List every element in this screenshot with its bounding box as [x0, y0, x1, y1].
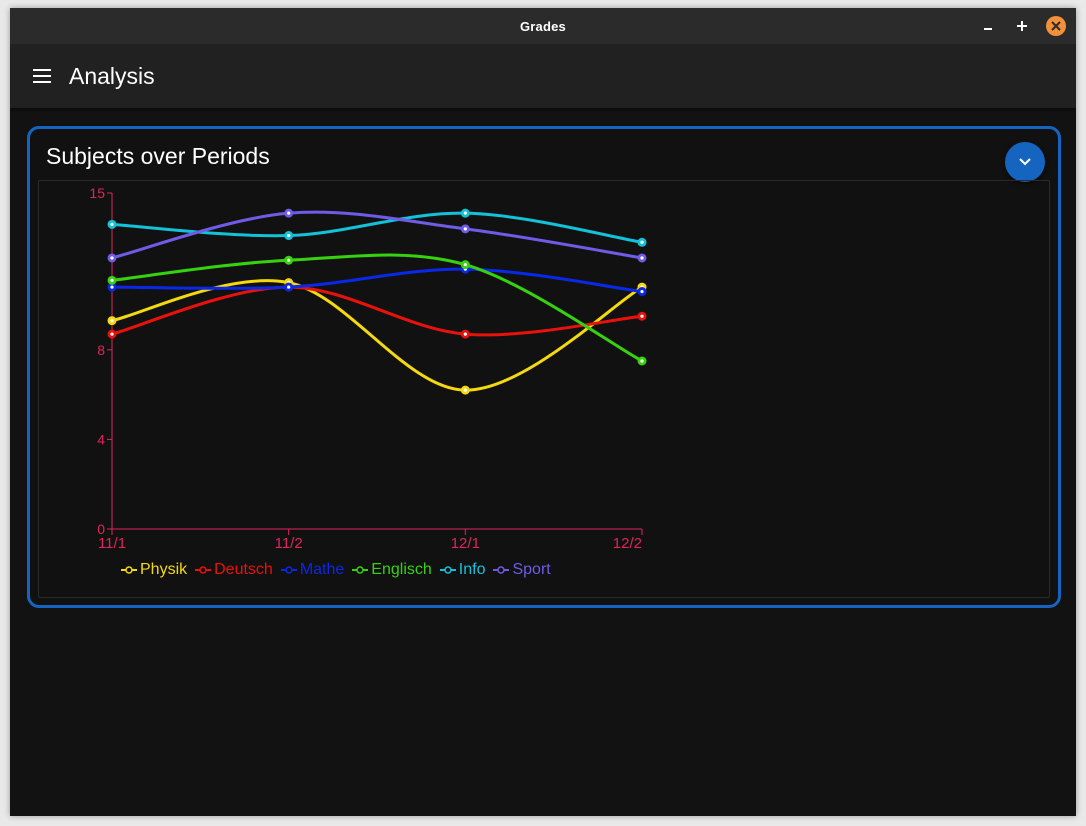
- legend-marker-icon: [439, 566, 456, 574]
- menu-icon[interactable]: [33, 65, 51, 87]
- data-point-center: [287, 211, 291, 215]
- data-point-center: [463, 227, 467, 231]
- data-point-center: [640, 289, 644, 294]
- data-point-center: [110, 332, 114, 336]
- series-line-physik: [111, 279, 643, 392]
- data-point-center: [110, 285, 114, 289]
- data-point-center: [463, 388, 467, 392]
- y-tick-label: 15: [89, 185, 105, 201]
- x-tick-label: 11/1: [98, 535, 126, 552]
- app-window: Grades Analysis Subjects over Periods 0 …: [10, 8, 1076, 816]
- line-chart: 0481511/1 11/2 12/1 12/2: [89, 185, 647, 552]
- data-point-center: [640, 256, 644, 260]
- chevron-down-icon: [1019, 158, 1031, 166]
- series-line-sport: [111, 210, 643, 260]
- minimize-button[interactable]: [978, 16, 998, 36]
- data-point-center: [640, 314, 644, 318]
- legend-label: Mathe: [299, 561, 345, 578]
- card-title: Subjects over Periods: [46, 143, 270, 169]
- x-tick-label: 12/2: [613, 535, 642, 552]
- legend-item-info[interactable]: Info: [439, 561, 486, 579]
- app-bar: Analysis: [10, 44, 1076, 108]
- data-point-center: [287, 233, 291, 238]
- data-point-center: [463, 332, 467, 336]
- legend-marker-icon: [352, 566, 369, 574]
- x-tick-label: 12/1: [451, 535, 480, 552]
- legend-item-physik[interactable]: Physik: [121, 561, 187, 579]
- data-point-center: [640, 240, 644, 244]
- window-controls: [978, 8, 1066, 44]
- legend-item-mathe[interactable]: Mathe: [280, 561, 345, 579]
- data-point-center: [287, 258, 291, 262]
- legend-label: Sport: [512, 561, 551, 578]
- data-point-center: [110, 256, 114, 260]
- legend-item-deutsch[interactable]: Deutsch: [195, 561, 273, 579]
- data-point-center: [640, 359, 644, 363]
- legend-marker-icon: [280, 566, 297, 574]
- legend-marker-icon: [121, 566, 137, 574]
- legend-marker-icon: [493, 566, 510, 574]
- maximize-button[interactable]: [1012, 16, 1032, 36]
- legend-label: Info: [458, 561, 486, 578]
- x-tick-label: 11/2: [275, 535, 303, 552]
- window-titlebar[interactable]: Grades: [10, 8, 1076, 44]
- chart-legend: Physik Deutsch Mathe Englisch Info Sport: [121, 561, 551, 579]
- legend-label: Englisch: [371, 561, 432, 578]
- close-button[interactable]: [1046, 16, 1066, 36]
- y-tick-label: 8: [97, 342, 105, 358]
- window-title: Grades: [519, 18, 566, 34]
- legend-marker-icon: [195, 566, 212, 574]
- legend-label: Physik: [140, 561, 188, 578]
- minimize-icon: [984, 28, 992, 30]
- data-point-center: [110, 278, 114, 282]
- chart-container: 0 4 8 15 11/1 11/2 12/1 12/2 Physik Deutsch Mat…: [38, 180, 1050, 598]
- data-point-center: [110, 319, 114, 323]
- data-point-center: [463, 211, 467, 215]
- legend-item-englisch[interactable]: Englisch: [352, 561, 432, 579]
- data-point-center: [463, 263, 467, 267]
- plus-icon: [1017, 21, 1027, 31]
- expand-button[interactable]: [1005, 142, 1045, 182]
- series-line-mathe: [111, 267, 643, 294]
- analysis-card: Subjects over Periods 0 4 8 15 11/1 11/2 12/1 1…: [27, 126, 1061, 608]
- legend-item-sport[interactable]: Sport: [493, 561, 551, 579]
- data-point-center: [287, 285, 291, 289]
- legend-label: Deutsch: [214, 561, 273, 578]
- page-title: Analysis: [69, 62, 155, 89]
- data-point-center: [110, 222, 114, 226]
- y-tick-label: 4: [97, 431, 105, 447]
- close-icon: [1051, 21, 1061, 31]
